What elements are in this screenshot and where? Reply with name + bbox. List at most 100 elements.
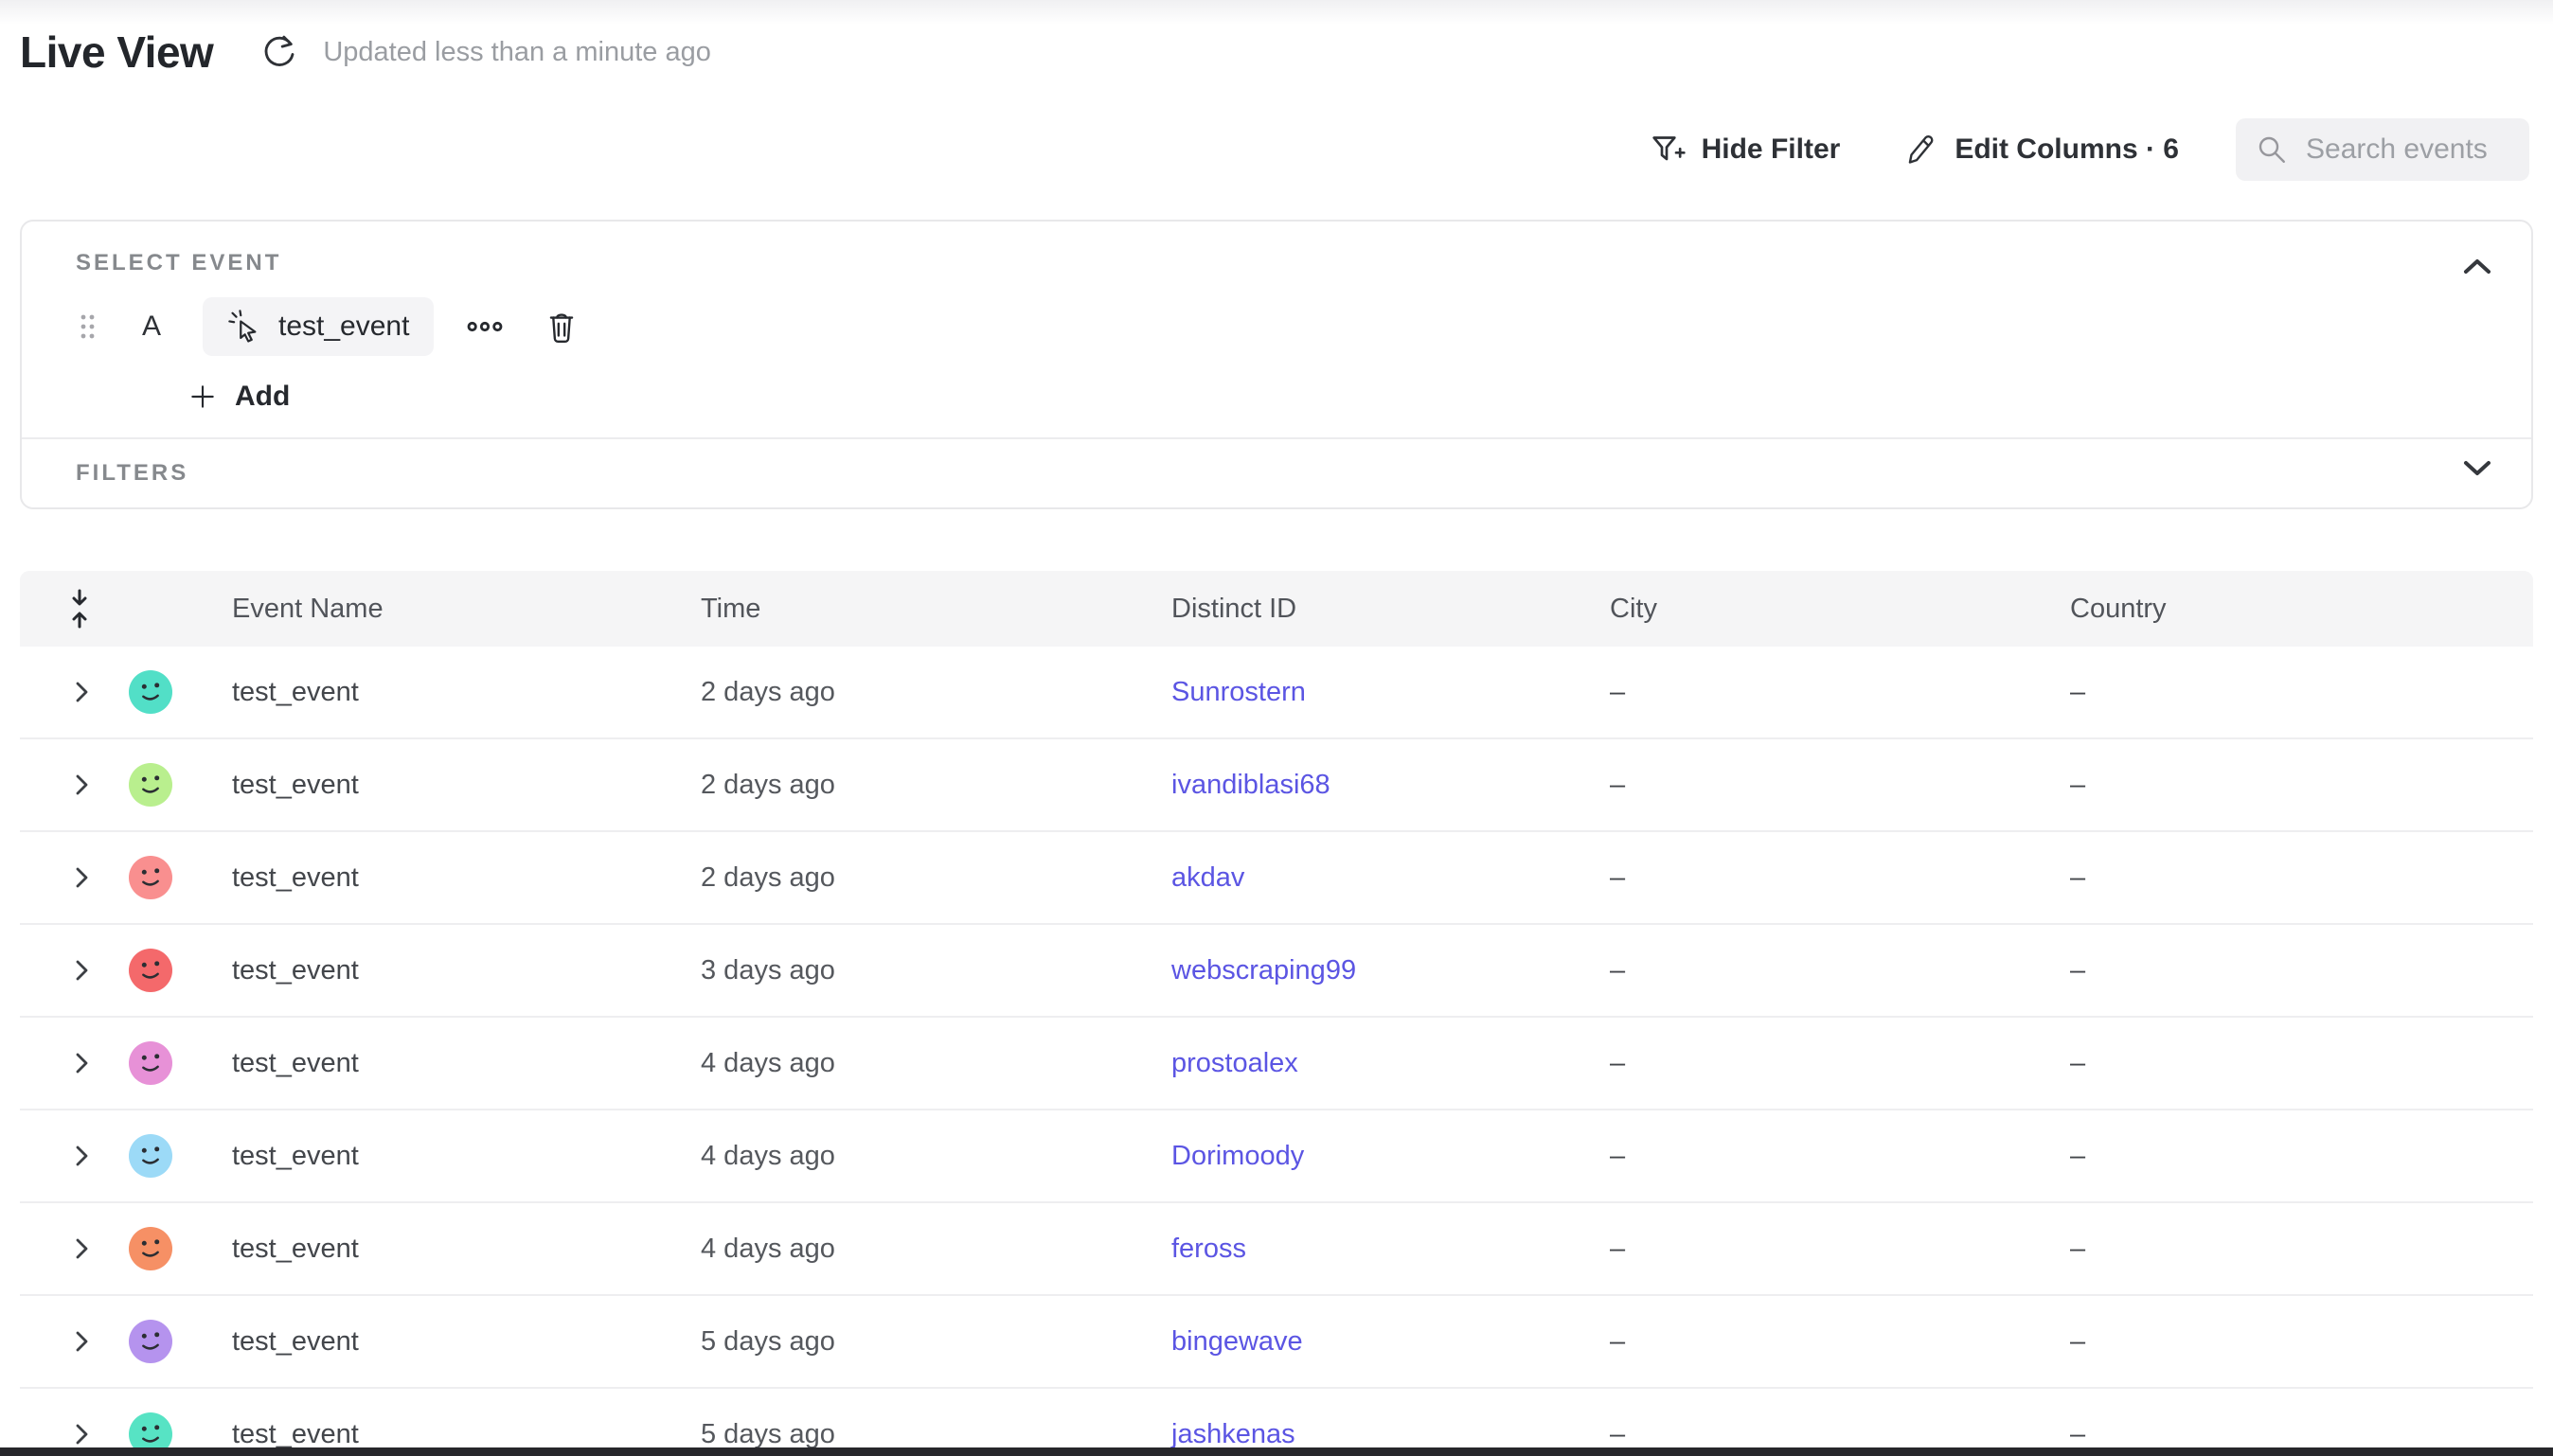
event-name-cell: test_event: [220, 770, 688, 801]
time-cell: 2 days ago: [688, 862, 1159, 894]
column-header-time: Time: [688, 594, 1159, 625]
event-row: A test_event: [76, 297, 2493, 356]
country-cell: –: [2058, 770, 2533, 801]
table-row[interactable]: test_event 5 days ago bingewave – –: [20, 1296, 2533, 1389]
table-row[interactable]: test_event 3 days ago webscraping99 – –: [20, 925, 2533, 1018]
table-row[interactable]: test_event 2 days ago ivandiblasi68 – –: [20, 739, 2533, 832]
table-row[interactable]: test_event 4 days ago feross – –: [20, 1203, 2533, 1296]
pencil-icon: [1902, 132, 1938, 168]
country-cell: –: [2058, 1326, 2533, 1358]
expand-row-button[interactable]: [20, 678, 114, 706]
country-cell: –: [2058, 955, 2533, 986]
event-name-cell: test_event: [220, 1326, 688, 1358]
search-box[interactable]: [2236, 118, 2529, 181]
distinct-id-link[interactable]: Dorimoody: [1159, 1141, 1598, 1172]
city-cell: –: [1598, 955, 2058, 986]
chevron-right-icon: [69, 1142, 94, 1170]
avatar: [129, 856, 172, 899]
hide-filter-button[interactable]: Hide Filter: [1648, 131, 1841, 169]
search-input[interactable]: [2304, 133, 2510, 167]
table-row[interactable]: test_event 2 days ago Sunrostern – –: [20, 647, 2533, 739]
filters-section[interactable]: FILTERS: [22, 437, 2531, 507]
distinct-id-link[interactable]: jashkenas: [1159, 1419, 1598, 1450]
city-cell: –: [1598, 1048, 2058, 1079]
country-cell: –: [2058, 862, 2533, 894]
top-scroll-shadow: [0, 0, 2553, 25]
expand-row-button[interactable]: [20, 956, 114, 985]
distinct-id-link[interactable]: Sunrostern: [1159, 677, 1598, 708]
table-row[interactable]: test_event 5 days ago jashkenas – –: [20, 1389, 2533, 1456]
distinct-id-link[interactable]: akdav: [1159, 862, 1598, 894]
table-row[interactable]: test_event 2 days ago akdav – –: [20, 832, 2533, 925]
distinct-id-link[interactable]: ivandiblasi68: [1159, 770, 1598, 801]
expand-row-button[interactable]: [20, 863, 114, 892]
distinct-id-link[interactable]: webscraping99: [1159, 955, 1598, 986]
cursor-click-icon: [227, 309, 263, 345]
chevron-right-icon: [69, 956, 94, 985]
city-cell: –: [1598, 862, 2058, 894]
expand-row-button[interactable]: [20, 1142, 114, 1170]
event-name-cell: test_event: [220, 1419, 688, 1450]
avatar: [129, 1041, 172, 1085]
distinct-id-link[interactable]: prostoalex: [1159, 1048, 1598, 1079]
event-name-cell: test_event: [220, 1234, 688, 1265]
distinct-id-link[interactable]: feross: [1159, 1234, 1598, 1265]
collapse-section-button[interactable]: [2459, 256, 2495, 278]
city-cell: –: [1598, 1141, 2058, 1172]
country-cell: –: [2058, 1234, 2533, 1265]
delete-event-button[interactable]: [544, 308, 580, 346]
event-chip-label: test_event: [278, 311, 409, 343]
refresh-icon: [259, 33, 297, 71]
filters-label: FILTERS: [76, 460, 188, 487]
column-header-city: City: [1598, 594, 2058, 625]
add-event-button[interactable]: Add: [187, 381, 290, 413]
bottom-bar: [0, 1447, 2553, 1456]
time-cell: 3 days ago: [688, 955, 1159, 986]
expand-row-button[interactable]: [20, 1327, 114, 1356]
edit-columns-button[interactable]: Edit Columns · 6: [1902, 132, 2179, 168]
expand-row-button[interactable]: [20, 1234, 114, 1263]
table-row[interactable]: test_event 4 days ago prostoalex – –: [20, 1018, 2533, 1110]
expand-row-button[interactable]: [20, 1420, 114, 1448]
chevron-right-icon: [69, 678, 94, 706]
time-cell: 4 days ago: [688, 1048, 1159, 1079]
toolbar: Hide Filter Edit Columns · 6: [1648, 118, 2529, 181]
time-cell: 5 days ago: [688, 1326, 1159, 1358]
more-options-button[interactable]: [466, 315, 504, 338]
table-row[interactable]: test_event 4 days ago Dorimoody – –: [20, 1110, 2533, 1203]
country-cell: –: [2058, 1141, 2533, 1172]
avatar: [129, 1320, 172, 1363]
select-event-label: SELECT EVENT: [76, 250, 2493, 276]
filter-plus-icon: [1648, 131, 1686, 169]
collapse-vertical-icon: [65, 588, 94, 630]
edit-columns-label: Edit Columns · 6: [1955, 133, 2179, 166]
event-chip[interactable]: test_event: [203, 297, 434, 356]
drag-handle-icon[interactable]: [76, 310, 100, 344]
plus-icon: [187, 382, 218, 412]
ellipsis-icon: [466, 315, 504, 338]
expand-row-button[interactable]: [20, 771, 114, 799]
distinct-id-link[interactable]: bingewave: [1159, 1326, 1598, 1358]
city-cell: –: [1598, 1234, 2058, 1265]
hide-filter-label: Hide Filter: [1702, 133, 1841, 166]
chevron-right-icon: [69, 863, 94, 892]
city-cell: –: [1598, 1326, 2058, 1358]
event-name-cell: test_event: [220, 862, 688, 894]
collapse-rows-button[interactable]: [20, 588, 114, 630]
expand-filters-button[interactable]: [2459, 456, 2495, 479]
page-title: Live View: [20, 27, 213, 78]
event-name-cell: test_event: [220, 1048, 688, 1079]
series-label: A: [142, 311, 161, 343]
expand-row-button[interactable]: [20, 1049, 114, 1077]
country-cell: –: [2058, 1419, 2533, 1450]
chevron-right-icon: [69, 1420, 94, 1448]
time-cell: 4 days ago: [688, 1141, 1159, 1172]
time-cell: 4 days ago: [688, 1234, 1159, 1265]
time-cell: 2 days ago: [688, 677, 1159, 708]
avatar: [129, 1227, 172, 1270]
event-name-cell: test_event: [220, 955, 688, 986]
city-cell: –: [1598, 677, 2058, 708]
refresh-button[interactable]: [259, 32, 298, 72]
event-name-cell: test_event: [220, 1141, 688, 1172]
chevron-down-icon: [2459, 456, 2495, 479]
